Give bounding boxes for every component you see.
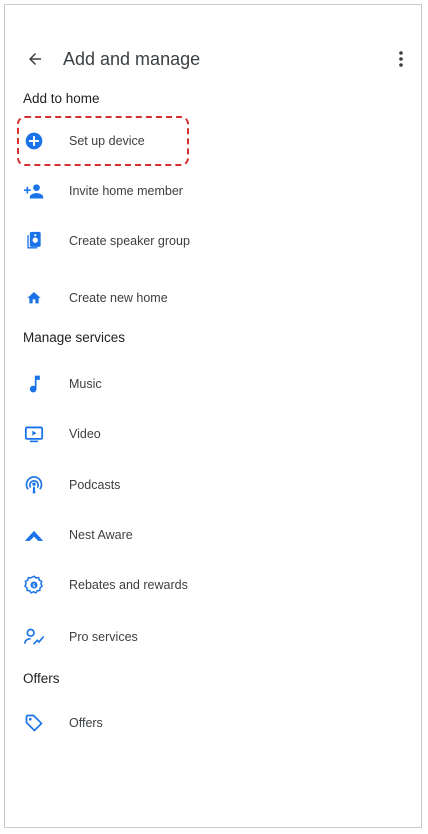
screen-frame: Add and manage Add to home Set up device [4,4,422,828]
section-header-offers: Offers [23,671,60,686]
pro-services-icon [23,626,45,648]
podcasts-icon [23,474,45,496]
list-item-create-new-home[interactable]: Create new home [5,278,421,318]
list-item-create-speaker-group[interactable]: Create speaker group [5,221,421,261]
list-item-video[interactable]: Video [5,414,421,454]
list-item-label: Create new home [69,291,168,305]
video-icon [23,423,45,445]
list-item-label: Music [69,377,102,391]
home-icon [23,287,45,309]
nest-aware-icon [23,524,45,546]
speaker-group-icon [23,230,45,252]
page-title: Add and manage [63,49,201,69]
more-options-button[interactable] [389,45,413,73]
list-item-label: Pro services [69,630,138,644]
list-item-label: Create speaker group [69,234,190,248]
person-add-icon [23,180,45,202]
list-item-label: Offers [69,716,103,730]
list-item-label: Invite home member [69,184,183,198]
arrow-back-icon [29,53,41,65]
section-header-manage-services: Manage services [23,330,126,345]
section-header-add-to-home: Add to home [23,91,100,106]
list-item-music[interactable]: Music [5,364,421,404]
list-item-label: Nest Aware [69,528,133,542]
list-item-set-up-device[interactable]: Set up device [5,121,421,161]
more-vert-icon [399,51,403,67]
list-item-invite-home-member[interactable]: Invite home member [5,171,421,211]
back-button[interactable] [23,47,47,71]
add-circle-icon [23,130,45,152]
list-item-podcasts[interactable]: Podcasts [5,465,421,505]
list-item-label: Podcasts [69,478,121,492]
svg-text:$: $ [32,583,35,589]
music-note-icon [23,373,45,395]
list-item-label: Video [69,427,101,441]
app-bar: Add and manage [5,41,421,81]
list-item-label: Rebates and rewards [69,578,188,592]
list-item-offers[interactable]: Offers [5,703,421,743]
tag-icon [23,712,45,734]
list-item-pro-services[interactable]: Pro services [5,617,421,657]
rewards-icon: $ [23,574,45,596]
list-item-rebates-and-rewards[interactable]: $ Rebates and rewards [5,565,421,605]
list-item-nest-aware[interactable]: Nest Aware [5,515,421,555]
list-item-label: Set up device [69,134,145,148]
